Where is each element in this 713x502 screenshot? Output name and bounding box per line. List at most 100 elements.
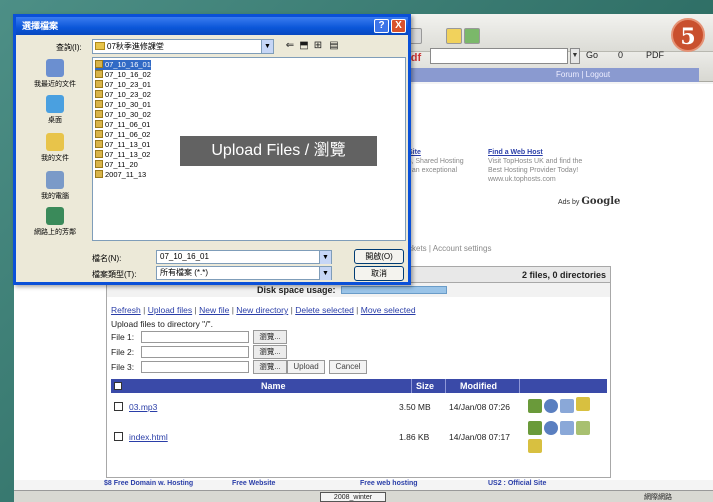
table-row: index.html 1.86 KB 14/Jan/08 07:17: [111, 421, 607, 457]
delete-selected-link[interactable]: Delete selected: [295, 305, 354, 315]
column-modified[interactable]: Modified: [445, 379, 525, 393]
list-item[interactable]: 07_11_06_02: [95, 130, 150, 140]
new-directory-link[interactable]: New directory: [236, 305, 288, 315]
help-button[interactable]: ?: [374, 19, 389, 33]
users-icon[interactable]: [464, 28, 480, 44]
new-folder-icon[interactable]: ⊞: [312, 40, 324, 52]
filetype-label: 檔案類型(T):: [92, 270, 137, 279]
cancel-upload-button[interactable]: Cancel: [329, 360, 367, 374]
row-checkbox[interactable]: [114, 402, 123, 411]
row-checkbox[interactable]: [114, 432, 123, 441]
list-item[interactable]: 07_10_23_01: [95, 80, 151, 90]
delete-icon[interactable]: [528, 421, 542, 435]
audio-file-icon: [95, 90, 103, 98]
column-name[interactable]: Name: [261, 379, 286, 393]
bottom-link[interactable]: Free Website: [232, 480, 275, 487]
list-item[interactable]: 07_11_13_01: [95, 140, 150, 150]
list-item[interactable]: 07_10_30_02: [95, 110, 151, 120]
browse-button[interactable]: 瀏覽...: [253, 330, 287, 344]
cancel-button[interactable]: 取消: [354, 266, 404, 281]
ad-block[interactable]: Site s, Shared Hosting t an exceptional: [408, 148, 488, 175]
list-item[interactable]: 07_10_16_01: [95, 60, 151, 70]
column-size[interactable]: Size: [411, 379, 441, 393]
new-file-link[interactable]: New file: [199, 305, 229, 315]
action-links: Refresh | Upload files | New file | New …: [111, 305, 416, 315]
filename-label: 檔名(N):: [92, 254, 122, 263]
look-in-select[interactable]: 07秋季進修課堂 ▼: [92, 39, 274, 54]
open-button[interactable]: 開啟(O): [354, 249, 404, 264]
audio-file-icon: [95, 170, 103, 178]
place-my-documents[interactable]: 我的文件: [20, 133, 90, 167]
file-name-link[interactable]: 03.mp3: [129, 402, 157, 412]
move-selected-link[interactable]: Move selected: [361, 305, 416, 315]
status-box: 2008_winter: [320, 492, 386, 502]
bottom-link[interactable]: $8 Free Domain w. Hosting: [104, 480, 193, 487]
list-item[interactable]: 07_11_06_01: [95, 120, 150, 130]
ad-block[interactable]: Find a Web Host Visit TopHosts UK and fi…: [488, 148, 618, 184]
upload-files-link[interactable]: Upload files: [148, 305, 192, 315]
pdf-button[interactable]: PDF: [646, 50, 664, 60]
forum-links[interactable]: Forum | Logout: [556, 70, 610, 79]
browse-button[interactable]: 瀏覽...: [253, 360, 287, 374]
edit-icon[interactable]: [528, 439, 542, 453]
view-icon[interactable]: [560, 399, 574, 413]
file-3-input[interactable]: [141, 361, 249, 373]
place-desktop[interactable]: 桌面: [20, 95, 90, 129]
edit-text-icon[interactable]: [576, 421, 590, 435]
filetype-select[interactable]: 所有檔案 (*.*) ▼: [156, 266, 332, 280]
settings-icon[interactable]: [544, 421, 558, 435]
select-all-checkbox[interactable]: [114, 382, 122, 390]
audio-file-icon: [95, 110, 103, 118]
ads-by-label: Ads by: [558, 199, 580, 206]
settings-icon[interactable]: [544, 399, 558, 413]
place-my-computer[interactable]: 我的電腦: [20, 171, 90, 205]
delete-icon[interactable]: [528, 399, 542, 413]
file-1-input[interactable]: [141, 331, 249, 343]
ad-title[interactable]: Site: [408, 148, 488, 157]
up-folder-icon[interactable]: ⬒: [298, 40, 310, 52]
list-item[interactable]: 07_10_30_01: [95, 100, 151, 110]
folder-icon[interactable]: [446, 28, 462, 44]
audio-file-icon: [95, 130, 103, 138]
close-button[interactable]: X: [391, 19, 406, 33]
list-item[interactable]: 07_10_16_02: [95, 70, 151, 80]
file-2-input[interactable]: [141, 346, 249, 358]
row-actions: [526, 421, 606, 457]
chevron-down-icon[interactable]: ▼: [319, 267, 331, 280]
list-item[interactable]: 2007_11_13: [95, 170, 146, 180]
toolbar-combo[interactable]: [430, 48, 568, 64]
bottom-link[interactable]: Free web hosting: [360, 480, 418, 487]
places-bar: 我最近的文件 桌面 我的文件 我的電腦 網路上的芳鄰: [20, 57, 90, 237]
list-item[interactable]: 07_10_23_02: [95, 90, 151, 100]
chevron-down-icon[interactable]: ▼: [319, 251, 331, 264]
filename-input[interactable]: 07_10_16_01 ▼: [156, 250, 332, 264]
place-recent[interactable]: 我最近的文件: [20, 59, 90, 93]
view-icon[interactable]: [560, 421, 574, 435]
view-menu-icon[interactable]: ▤: [328, 40, 340, 52]
ad-title[interactable]: Find a Web Host: [488, 148, 618, 157]
bottom-link[interactable]: US2 : Official Site: [488, 480, 546, 487]
google-label: Google: [581, 196, 621, 207]
combo-arrow-icon[interactable]: ▼: [570, 48, 580, 64]
chevron-down-icon[interactable]: ▼: [261, 40, 273, 53]
ad-body: Visit TopHosts UK and find the Best Host…: [488, 158, 583, 183]
back-icon[interactable]: ⇐: [284, 40, 296, 52]
dialog-title: 選擇檔案: [16, 17, 408, 35]
file-name-link[interactable]: index.html: [129, 432, 168, 442]
audio-file-icon: [95, 160, 103, 168]
list-item[interactable]: 07_11_13_02: [95, 150, 150, 160]
table-header: Name Size Modified: [111, 379, 607, 393]
counter-button[interactable]: 0: [618, 50, 623, 60]
edit-icon[interactable]: [576, 397, 590, 411]
browse-button[interactable]: 瀏覽...: [253, 345, 287, 359]
upload-button[interactable]: Upload: [287, 360, 325, 374]
filetype-value: 所有檔案 (*.*): [160, 268, 208, 277]
folder-icon: [95, 42, 105, 50]
place-label: 網路上的芳鄰: [34, 229, 76, 236]
page-tabs[interactable]: ckets | Account settings: [408, 244, 491, 253]
list-item[interactable]: 07_11_20: [95, 160, 138, 170]
go-button[interactable]: Go: [586, 50, 598, 60]
place-network[interactable]: 網路上的芳鄰: [20, 207, 90, 241]
refresh-link[interactable]: Refresh: [111, 305, 141, 315]
ads-by-google[interactable]: Ads by Google: [558, 196, 620, 207]
